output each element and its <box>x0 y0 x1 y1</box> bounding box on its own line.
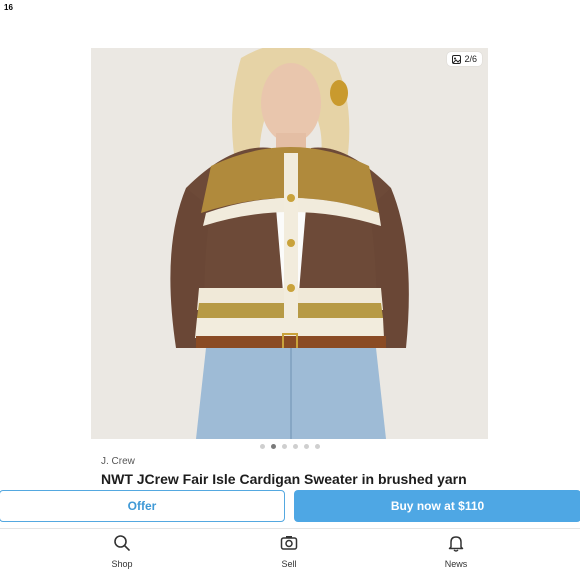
carousel-dot[interactable] <box>271 444 276 449</box>
carousel-dot[interactable] <box>260 444 265 449</box>
carousel-dot[interactable] <box>293 444 298 449</box>
tab-label-sell: Sell <box>281 559 297 569</box>
tab-sell[interactable]: Sell <box>259 534 319 569</box>
photo-counter: 2/6 <box>447 52 482 66</box>
search-icon <box>113 534 131 557</box>
bottom-tab-bar: Shop Sell News <box>0 528 580 580</box>
carousel-dot[interactable] <box>282 444 287 449</box>
offer-button[interactable]: Offer <box>0 490 285 522</box>
tab-news[interactable]: News <box>426 534 486 569</box>
tab-label-shop: Shop <box>111 559 133 569</box>
carousel-dots <box>0 444 580 449</box>
carousel-dot[interactable] <box>315 444 320 449</box>
listing-page: 16 2/6 J. Crew NWT JCrew Fair Isle Cardi… <box>0 0 580 580</box>
product-photo[interactable]: 2/6 <box>91 48 488 439</box>
product-image <box>91 48 488 439</box>
carousel-dot[interactable] <box>304 444 309 449</box>
brand-name[interactable]: J. Crew <box>101 456 135 467</box>
listing-title: NWT JCrew Fair Isle Cardigan Sweater in … <box>101 471 467 487</box>
photo-counter-text: 2/6 <box>464 54 477 64</box>
buy-now-button[interactable]: Buy now at $110 <box>294 490 580 522</box>
camera-icon <box>280 534 298 557</box>
tab-label-news: News <box>444 559 468 569</box>
tab-shop[interactable]: Shop <box>92 534 152 569</box>
action-bar: Offer Buy now at $110 <box>0 490 580 524</box>
gallery-icon <box>452 54 462 64</box>
status-bar-time: 16 <box>4 3 13 12</box>
bell-icon <box>447 534 465 557</box>
